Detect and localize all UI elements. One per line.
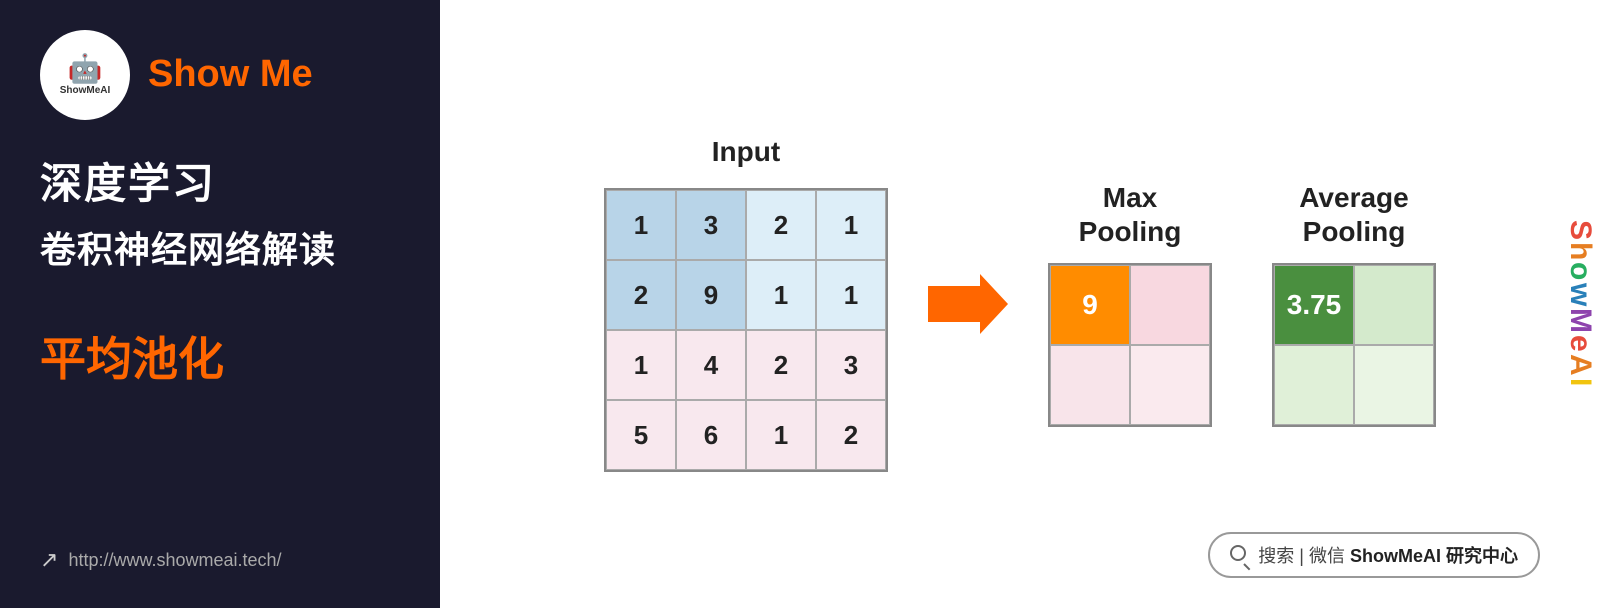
max-pooling-title: MaxPooling: [1079, 181, 1182, 248]
avg-pooling-block: AveragePooling 3.75: [1272, 181, 1436, 427]
cell-r1c0: 2: [606, 260, 676, 330]
show-me-title: Show Me: [148, 54, 313, 96]
brand-vertical: ShowMeAI: [1560, 0, 1600, 608]
cell-r2c3: 3: [816, 330, 886, 400]
cell-r2c1: 4: [676, 330, 746, 400]
cell-r0c3: 1: [816, 190, 886, 260]
search-bar[interactable]: 搜索 | 微信 ShowMeAI 研究中心: [1208, 532, 1540, 578]
avg-cell-r1c1: [1354, 345, 1434, 425]
footer-link[interactable]: ↗ http://www.showmeai.tech/: [40, 547, 282, 573]
cell-r2c0: 1: [606, 330, 676, 400]
right-arrow: [928, 274, 1008, 334]
cell-r0c1: 3: [676, 190, 746, 260]
search-label: 搜索 | 微信 ShowMeAI 研究中心: [1258, 542, 1518, 568]
cursor-icon: ↗: [40, 547, 58, 573]
cell-r3c3: 2: [816, 400, 886, 470]
max-cell-r0c0: 9: [1050, 265, 1130, 345]
max-cell-r1c1: [1130, 345, 1210, 425]
max-cell-r1c0: [1050, 345, 1130, 425]
cell-r3c1: 6: [676, 400, 746, 470]
cell-r0c0: 1: [606, 190, 676, 260]
title-line2: 卷积神经网络解读: [40, 221, 336, 273]
cell-r2c2: 2: [746, 330, 816, 400]
search-bold-text: ShowMeAI 研究中心: [1350, 546, 1518, 566]
max-pooling-grid: 9: [1048, 263, 1212, 427]
left-panel: 🤖 ShowMeAI Show Me 深度学习 卷积神经网络解读 平均池化 ↗ …: [0, 0, 440, 608]
url-text: http://www.showmeai.tech/: [68, 550, 281, 571]
brand-char-2: h: [1563, 242, 1597, 262]
brand-char-6: e: [1563, 335, 1597, 354]
avg-pooling-grid: 3.75: [1272, 263, 1436, 427]
title-line1: 深度学习: [40, 150, 216, 211]
logo-brand-small: ShowMeAI: [60, 85, 111, 96]
logo-area: 🤖 ShowMeAI Show Me: [40, 30, 313, 120]
brand-char-8: I: [1563, 378, 1597, 388]
max-cell-r0c1: [1130, 265, 1210, 345]
avg-cell-r0c0: 3.75: [1274, 265, 1354, 345]
cell-r1c2: 1: [746, 260, 816, 330]
arrow-container: [928, 274, 1008, 334]
brand-char-3: o: [1563, 262, 1597, 282]
avg-pooling-title: AveragePooling: [1299, 181, 1408, 248]
input-section: Input 1 3 2 1 2 9 1 1 1 4 2 3 5 6 1 2: [604, 136, 888, 472]
brand-char-7: A: [1563, 354, 1597, 378]
brand-char-1: S: [1563, 220, 1597, 242]
cell-r3c0: 5: [606, 400, 676, 470]
max-pooling-block: MaxPooling 9: [1048, 181, 1212, 427]
right-panel: Input 1 3 2 1 2 9 1 1 1 4 2 3 5 6 1 2: [440, 0, 1600, 608]
brand-char-5: M: [1563, 308, 1597, 335]
cell-r1c3: 1: [816, 260, 886, 330]
input-title: Input: [712, 136, 780, 168]
brand-char-4: w: [1563, 283, 1597, 308]
robot-icon: 🤖: [68, 55, 103, 83]
highlight-label: 平均池化: [40, 323, 224, 389]
avg-cell-r1c0: [1274, 345, 1354, 425]
show-text: Show: [148, 53, 260, 95]
cell-r0c2: 2: [746, 190, 816, 260]
input-grid: 1 3 2 1 2 9 1 1 1 4 2 3 5 6 1 2: [604, 188, 888, 472]
cell-r3c2: 1: [746, 400, 816, 470]
cell-r1c1: 9: [676, 260, 746, 330]
avg-cell-r0c1: [1354, 265, 1434, 345]
me-text: Me: [260, 53, 313, 95]
search-icon: [1230, 545, 1250, 565]
pooling-sections: MaxPooling 9 AveragePooling 3.75: [1048, 181, 1436, 427]
logo-circle: 🤖 ShowMeAI: [40, 30, 130, 120]
